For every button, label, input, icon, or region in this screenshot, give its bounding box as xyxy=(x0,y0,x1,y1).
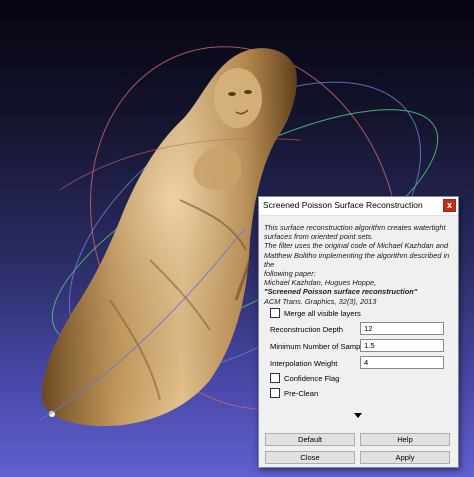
close-button[interactable]: Close xyxy=(265,451,355,464)
description-paper-title: "Screened Poisson surface reconstruction… xyxy=(264,287,418,297)
merge-layers-label: Merge all visible layers xyxy=(284,308,361,318)
reconstruction-depth-label: Reconstruction Depth xyxy=(270,325,344,334)
description-authors: Michael Kazhdan, Hugues Hoppe, xyxy=(264,278,377,288)
confidence-flag-label: Confidence Flag xyxy=(284,373,340,383)
help-button[interactable]: Help xyxy=(360,433,450,446)
close-icon[interactable]: x xyxy=(443,199,456,212)
checkbox-box[interactable] xyxy=(270,373,280,383)
dialog-title: Screened Poisson Surface Reconstruction xyxy=(263,200,423,210)
interpolation-weight-input[interactable]: 4 xyxy=(360,356,444,369)
poisson-dialog: Screened Poisson Surface Reconstruction … xyxy=(258,196,459,468)
min-samples-input[interactable]: 1.5 xyxy=(360,339,444,352)
checkbox-box[interactable] xyxy=(270,388,280,398)
pre-clean-label: Pre-Clean xyxy=(284,388,319,398)
description-line: surfaces from oriented point sets. xyxy=(264,232,374,242)
pre-clean-checkbox[interactable]: Pre-Clean xyxy=(270,388,318,398)
min-samples-label: Minimum Number of Samples xyxy=(270,342,371,351)
reconstruction-depth-input[interactable]: 12 xyxy=(360,322,444,335)
interpolation-weight-label: Interpolation Weight xyxy=(270,359,338,368)
dialog-titlebar[interactable]: Screened Poisson Surface Reconstruction … xyxy=(259,197,458,216)
apply-button[interactable]: Apply xyxy=(360,451,450,464)
description-line: The filter uses the original code of Mic… xyxy=(264,241,449,251)
description-journal: ACM Trans. Graphics, 32(3), 2013 xyxy=(264,296,377,306)
chevron-down-icon[interactable] xyxy=(354,413,362,418)
confidence-flag-checkbox[interactable]: Confidence Flag xyxy=(270,373,339,383)
description-line: following paper: xyxy=(264,269,316,279)
default-button[interactable]: Default xyxy=(265,433,355,446)
description-line: Matthew Bolitho implementing the algorit… xyxy=(264,250,450,269)
checkbox-box[interactable] xyxy=(270,308,280,318)
description-line: This surface reconstruction algorithm cr… xyxy=(264,223,446,232)
filter-description: This surface reconstruction algorithm cr… xyxy=(264,223,456,306)
merge-layers-checkbox[interactable]: Merge all visible layers xyxy=(270,308,361,318)
